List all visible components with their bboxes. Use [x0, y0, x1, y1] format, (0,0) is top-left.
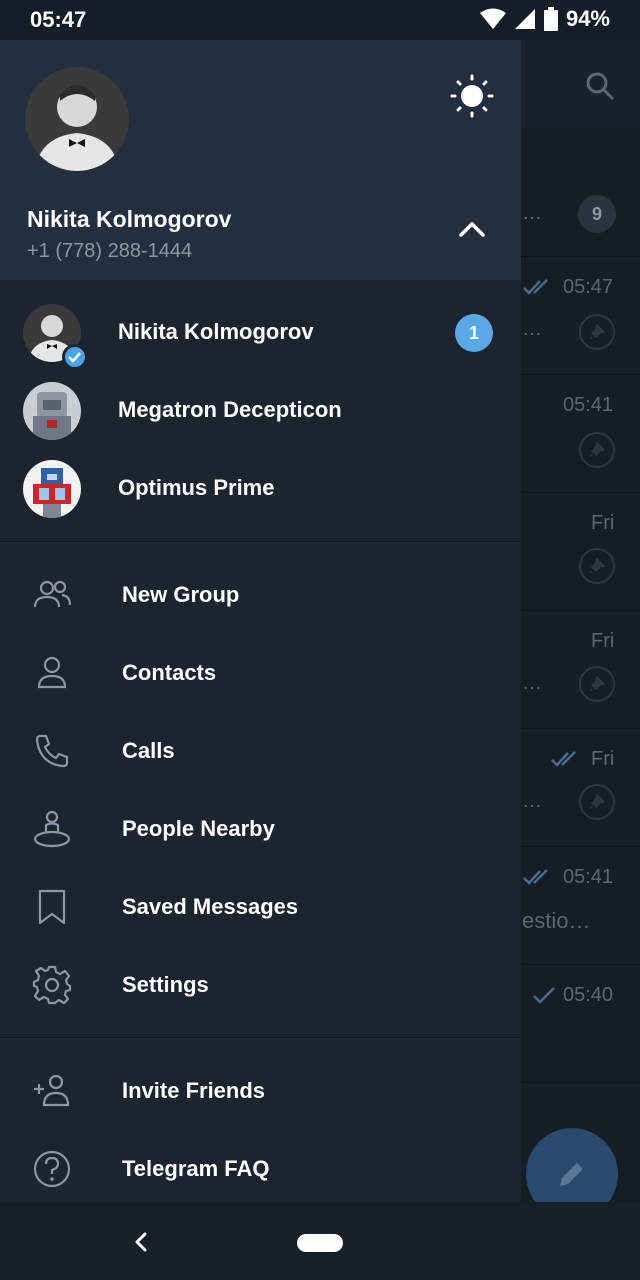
pin-icon — [579, 666, 615, 702]
account-item[interactable]: Nikita Kolmogorov 1 — [0, 294, 521, 372]
chat-time: 05:41 — [563, 866, 614, 888]
chevron-up-icon[interactable] — [458, 220, 486, 238]
menu-label: Telegram FAQ — [122, 1156, 270, 1181]
menu-label: Invite Friends — [122, 1078, 266, 1103]
double-check-icon — [523, 869, 548, 885]
person-icon — [37, 656, 67, 689]
check-badge-icon — [62, 344, 88, 370]
profile-phone: +1 (778) 288-1444 — [27, 240, 193, 262]
system-nav-bar — [0, 1202, 640, 1280]
status-bar: 05:47 94% — [0, 0, 640, 40]
pin-icon — [579, 432, 615, 468]
account-item[interactable]: Megatron Decepticon — [0, 372, 521, 450]
home-pill-button[interactable] — [297, 1234, 343, 1252]
drawer-header: Nikita Kolmogorov +1 (778) 288-1444 — [0, 40, 521, 280]
gear-icon — [32, 965, 72, 1005]
menu-item-invite-friends[interactable]: Invite Friends — [0, 1052, 521, 1130]
account-name: Megatron Decepticon — [118, 397, 342, 422]
status-time: 05:47 — [30, 7, 87, 32]
back-icon[interactable] — [132, 1230, 150, 1254]
menu-label: Calls — [122, 738, 175, 763]
check-icon — [533, 987, 555, 1004]
menu-item-people-nearby[interactable]: People Nearby — [0, 790, 521, 868]
account-avatar — [23, 460, 81, 518]
pin-icon — [579, 548, 615, 584]
menu-label: Saved Messages — [122, 894, 299, 919]
divider — [0, 541, 521, 542]
pin-icon — [579, 314, 615, 350]
double-check-icon — [523, 279, 548, 295]
wifi-icon — [479, 8, 506, 29]
phone-icon — [35, 734, 69, 768]
unread-count-badge: 1 — [455, 314, 493, 352]
chat-time: 05:40 — [563, 984, 614, 1006]
divider — [0, 1037, 521, 1038]
account-name: Nikita Kolmogorov — [118, 319, 314, 344]
chat-snippet: estio… — [522, 908, 591, 933]
people-nearby-icon — [33, 810, 71, 848]
account-name: Optimus Prime — [118, 475, 275, 500]
cell-signal-icon — [514, 9, 535, 29]
chat-snippet: … — [522, 790, 542, 812]
menu-label: Contacts — [122, 660, 217, 685]
search-icon[interactable] — [584, 70, 616, 102]
profile-name: Nikita Kolmogorov — [27, 206, 232, 232]
account-item[interactable]: Optimus Prime — [0, 450, 521, 528]
menu-label: People Nearby — [122, 816, 275, 841]
chat-time: Fri — [591, 512, 615, 534]
chat-time: Fri — [591, 748, 615, 770]
battery-icon — [543, 7, 558, 31]
group-icon — [33, 580, 72, 608]
chat-snippet: … — [522, 318, 542, 340]
menu-item-telegram-faq[interactable]: Telegram FAQ — [0, 1130, 521, 1202]
chat-time: 05:41 — [563, 394, 614, 416]
menu-label: Settings — [122, 972, 209, 997]
account-avatar — [23, 382, 81, 440]
chat-time: Fri — [591, 630, 615, 652]
menu-item-settings[interactable]: Settings — [0, 946, 521, 1024]
help-icon — [33, 1150, 71, 1188]
add-person-icon — [34, 1074, 70, 1107]
navigation-drawer: Nikita Kolmogorov +1 (778) 288-1444 Niki… — [0, 40, 521, 1202]
theme-toggle-icon[interactable] — [450, 74, 494, 118]
menu-item-calls[interactable]: Calls — [0, 712, 521, 790]
pencil-icon — [560, 1163, 583, 1186]
battery-percent: 94% — [565, 6, 610, 31]
bookmark-icon — [38, 889, 66, 925]
chat-snippet: … — [522, 672, 542, 694]
menu-item-new-group[interactable]: New Group — [0, 556, 521, 634]
menu-label: New Group — [122, 582, 240, 607]
chat-time: 05:47 — [563, 276, 614, 298]
menu-item-contacts[interactable]: Contacts — [0, 634, 521, 712]
pin-icon — [579, 784, 615, 820]
menu-item-saved-messages[interactable]: Saved Messages — [0, 868, 521, 946]
unread-badge: 9 — [578, 195, 616, 233]
double-check-icon — [551, 751, 576, 767]
chat-snippet: … — [522, 202, 542, 224]
profile-avatar[interactable] — [25, 67, 129, 171]
